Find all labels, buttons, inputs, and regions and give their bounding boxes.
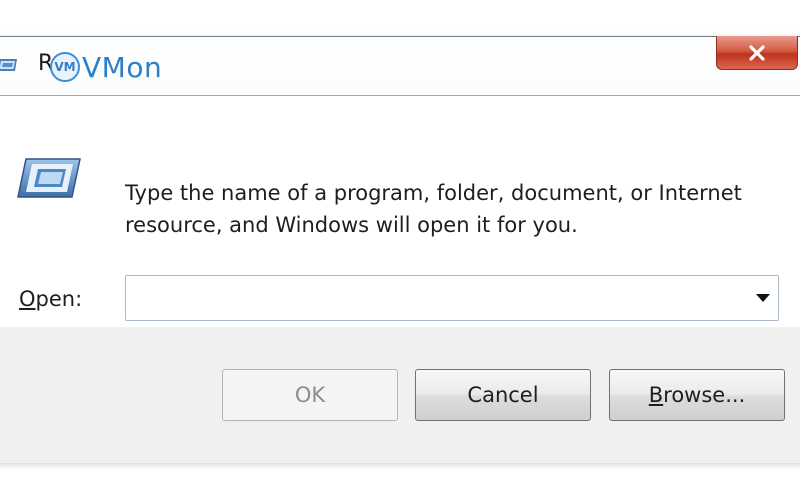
close-button[interactable] (716, 36, 798, 70)
screen: R VM VMon Type the name of a program, fo… (0, 0, 800, 500)
open-dropdown-button[interactable] (748, 276, 778, 320)
description-line-2: resource, and Windows will open it for y… (125, 213, 578, 237)
description-line-1: Type the name of a program, folder, docu… (125, 181, 742, 205)
run-dialog-icon (17, 158, 81, 198)
ok-button[interactable]: OK (222, 369, 398, 421)
cancel-button[interactable]: Cancel (415, 369, 591, 421)
watermark-badge: VM (50, 52, 80, 82)
run-dialog-icon (0, 59, 17, 71)
open-combobox[interactable] (125, 275, 779, 321)
browse-button[interactable]: Browse... (609, 369, 785, 421)
browse-accelerator: B (648, 383, 664, 407)
title-bar[interactable]: R VM VMon (0, 36, 800, 96)
open-label: Open: (19, 287, 82, 311)
open-input[interactable] (126, 278, 748, 318)
browse-label: rowse... (663, 383, 746, 407)
close-icon (749, 44, 765, 61)
dialog-description: Type the name of a program, folder, docu… (125, 177, 785, 241)
open-label-text: pen: (35, 287, 83, 311)
chevron-down-icon (756, 294, 770, 302)
open-label-accelerator: O (19, 287, 36, 311)
run-dialog-window: R VM VMon Type the name of a program, fo… (0, 36, 800, 463)
watermark-text: VMon (82, 50, 163, 84)
watermark-logo: VM VMon (50, 47, 162, 87)
